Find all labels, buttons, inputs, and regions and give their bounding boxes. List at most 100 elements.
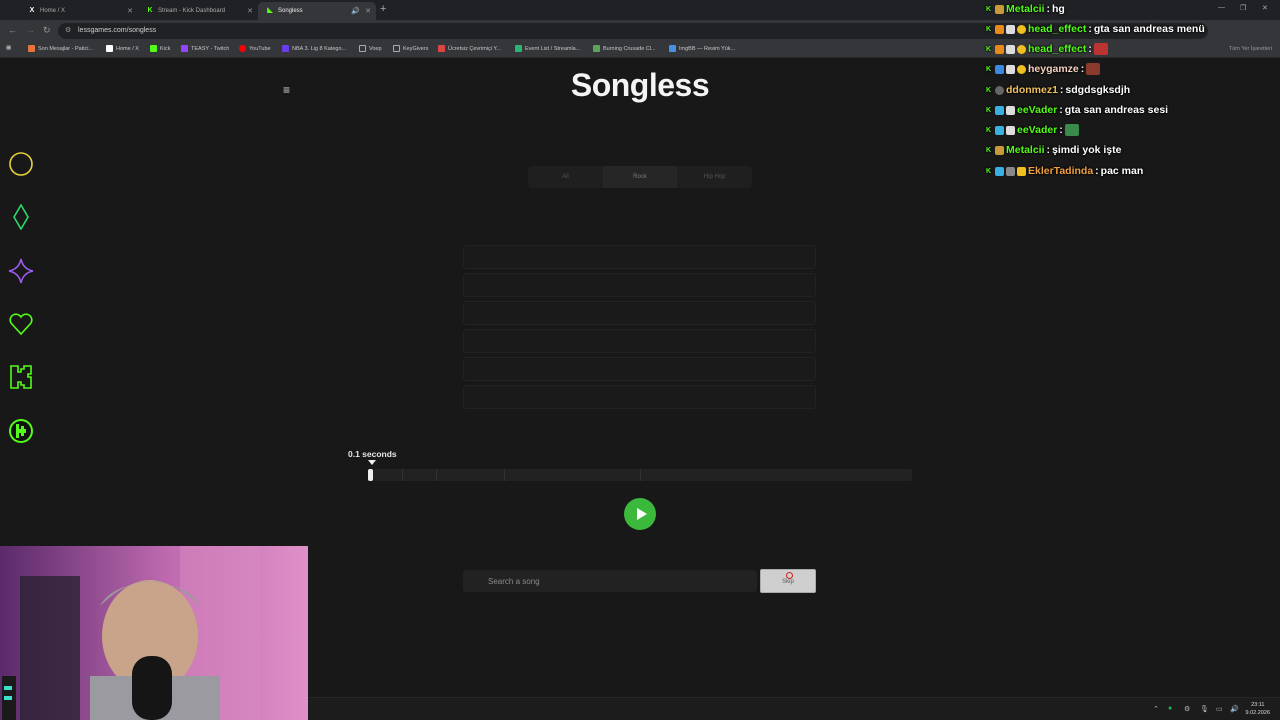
sub-badge-icon xyxy=(995,64,1004,74)
guess-slot xyxy=(463,245,816,269)
gift-badge-icon xyxy=(1006,64,1015,74)
sub-badge-icon xyxy=(995,166,1004,176)
avatar-badge-icon xyxy=(995,85,1004,95)
tab-kick-dashboard[interactable]: K Stream - Kick Dashboard ✕ xyxy=(138,2,258,20)
sub-badge-icon xyxy=(995,145,1004,155)
chat-username: Metalcii xyxy=(1006,144,1045,156)
chat-text: hg xyxy=(1052,3,1065,15)
tab-rock[interactable]: Rock xyxy=(602,166,678,188)
tab-all[interactable]: All xyxy=(528,166,603,188)
chat-username: head_effect xyxy=(1028,23,1087,35)
play-button[interactable] xyxy=(624,498,656,530)
bookmark-item[interactable]: Event List / Streamla... xyxy=(515,45,580,52)
chat-separator: : xyxy=(1059,124,1063,136)
bookmark-label: Home / X xyxy=(116,45,139,52)
steam-icon[interactable]: ⚙ xyxy=(1184,705,1190,713)
bookmark-label: NBA 3. Lig 8 Katego... xyxy=(292,45,347,52)
kick-badge-icon: K xyxy=(985,146,992,154)
duration-label: 0.1 seconds xyxy=(348,449,397,459)
back-icon[interactable]: ← xyxy=(8,25,17,35)
microphone-icon[interactable]: 🎙 xyxy=(1200,705,1209,713)
screen: X Home / X ✕ K Stream - Kick Dashboard ✕… xyxy=(0,0,1280,720)
gift-badge-icon xyxy=(1006,125,1015,135)
bookmark-item[interactable]: NBA 3. Lig 8 Katego... xyxy=(282,45,346,52)
kick-badge-icon: K xyxy=(985,126,992,134)
volume-icon[interactable]: 🔊 xyxy=(1230,705,1239,713)
bookmark-label: ImgBB — Resim Yük... xyxy=(679,45,736,52)
bookmark-item[interactable]: Home / X xyxy=(106,45,139,52)
bookmark-item[interactable]: Burning Crusade Cl... xyxy=(593,45,656,52)
chat-message: K ddonmez1 : sdgdsgksdjh xyxy=(984,81,1130,99)
playhead-marker-icon xyxy=(368,460,376,465)
bookmark-label: Ücretsiz Çevrimiçi Y... xyxy=(448,45,501,52)
display-icon[interactable]: ▭ xyxy=(1216,705,1223,713)
speaker-icon[interactable]: 🔊 xyxy=(351,7,360,15)
bookmark-favicon-icon xyxy=(106,45,113,52)
bookmark-item[interactable]: Kick xyxy=(150,45,170,52)
clock-date: 9.02.2026 xyxy=(1245,710,1270,716)
chat-separator: : xyxy=(1080,63,1085,75)
forward-icon[interactable]: → xyxy=(26,25,35,35)
diamond-outline-icon xyxy=(13,204,29,230)
close-icon[interactable]: ✕ xyxy=(247,7,253,15)
bookmark-folder[interactable]: Voep xyxy=(359,45,382,52)
coin-badge-icon xyxy=(1017,44,1026,54)
emote-icon xyxy=(1086,63,1101,75)
bookmark-label: Son Mesajlar - Patici... xyxy=(38,45,94,52)
bookmark-label: Kick xyxy=(160,45,171,52)
progress-segment-divider xyxy=(402,469,403,481)
song-search-input[interactable] xyxy=(463,570,757,592)
bookmark-item[interactable]: TEASY - Twitch xyxy=(181,45,229,52)
songless-icon: ◣ xyxy=(267,7,273,14)
folder-icon xyxy=(393,45,400,52)
chat-overlay: K Metalcii : hg K head_effect : gta san … xyxy=(980,0,1280,182)
kick-badge-icon: K xyxy=(985,106,992,114)
site-info-icon[interactable]: ⚙ xyxy=(65,23,71,39)
chat-separator: : xyxy=(1046,3,1051,15)
chat-username: Metalcii xyxy=(1006,3,1045,15)
progress-segment-divider xyxy=(504,469,505,481)
gift-badge-icon xyxy=(1006,44,1015,54)
bookmark-label: Burning Crusade Cl... xyxy=(603,45,656,52)
apps-icon[interactable]: ▦ xyxy=(6,45,11,51)
webcam-feed xyxy=(0,546,308,720)
chat-text: şimdi yok işte xyxy=(1052,144,1122,156)
spotify-icon[interactable]: ● xyxy=(1168,705,1172,712)
bookmark-label: Voep xyxy=(369,45,382,52)
guess-slot xyxy=(463,357,816,381)
sparkle-outline-icon xyxy=(8,258,34,284)
chat-message: K Metalcii : hg xyxy=(984,0,1065,18)
tab-x[interactable]: X Home / X ✕ xyxy=(20,2,138,20)
chevron-up-icon[interactable]: ⌃ xyxy=(1153,705,1159,713)
kick-badge-icon: K xyxy=(985,167,992,175)
reload-icon[interactable]: ↻ xyxy=(43,25,51,36)
webcam-image xyxy=(0,546,308,720)
bookmark-item[interactable]: Son Mesajlar - Patici... xyxy=(28,45,93,52)
chat-username: EklerTadinda xyxy=(1028,165,1094,177)
x-icon: X xyxy=(29,7,35,14)
chat-separator: : xyxy=(1059,84,1064,96)
new-tab-button[interactable]: + xyxy=(380,3,386,15)
tab-songless[interactable]: ◣ Songless 🔊 ✕ xyxy=(258,2,376,20)
bookmark-favicon-icon xyxy=(150,45,157,52)
kick-badge-icon: K xyxy=(985,45,992,53)
close-icon[interactable]: ✕ xyxy=(127,7,133,15)
chat-username: eeVader xyxy=(1017,124,1058,136)
close-icon[interactable]: ✕ xyxy=(365,7,371,15)
guess-slot xyxy=(463,301,816,325)
bookmark-folder[interactable]: KeyGivers xyxy=(393,45,428,52)
guess-slot xyxy=(463,385,816,409)
chat-text: gta san andreas sesi xyxy=(1064,104,1169,116)
bookmark-favicon-icon xyxy=(669,45,676,52)
chat-message: K EklerTadinda : pac man xyxy=(984,162,1143,180)
chat-separator: : xyxy=(1046,144,1051,156)
bookmark-item[interactable]: ImgBB — Resim Yük... xyxy=(669,45,735,52)
coin-badge-icon xyxy=(1017,64,1026,74)
chat-separator: : xyxy=(1088,23,1092,35)
bookmark-item[interactable]: YouTube xyxy=(239,45,271,52)
chat-text: gta san andreas menü xyxy=(1093,23,1205,35)
system-clock[interactable]: 23:11 9.02.2026 xyxy=(1246,701,1270,717)
tab-hip-hop[interactable]: Hip Hop xyxy=(677,166,752,188)
chat-message: K head_effect : gta san andreas menü xyxy=(984,20,1205,38)
bookmark-item[interactable]: Ücretsiz Çevrimiçi Y... xyxy=(438,45,501,52)
